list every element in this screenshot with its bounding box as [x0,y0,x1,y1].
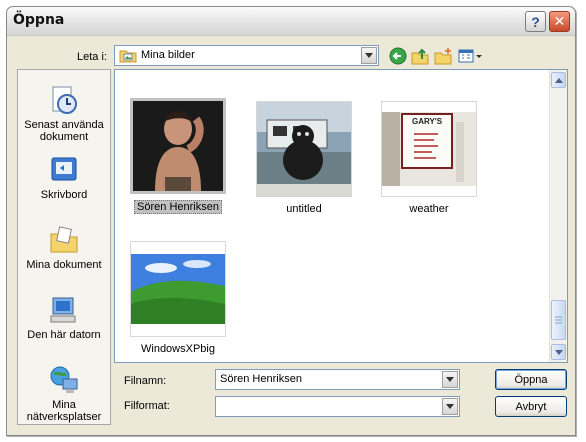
back-icon[interactable] [389,47,407,65]
file-thumbnail [130,98,226,194]
places-bar: Senast använda dokument Skrivbord Mina d… [17,69,111,425]
scroll-up-button[interactable] [551,72,566,88]
file-item-weather[interactable]: GARY'S weather [374,101,484,215]
chevron-down-icon [554,349,563,355]
place-label: Senast använda dokument [24,119,104,143]
file-item-soren-henriksen[interactable]: Sören Henriksen [123,98,233,214]
help-button[interactable]: ? [525,11,546,32]
sign-title: GARY'S [412,117,443,126]
close-icon: ✕ [553,13,566,29]
place-label: Mina dokument [26,259,102,271]
desktop-icon [51,157,77,181]
file-item-untitled[interactable]: untitled [249,101,359,215]
file-name: weather [409,203,449,215]
chevron-down-icon [365,53,373,58]
close-button[interactable]: ✕ [549,11,570,32]
scroll-thumb[interactable] [551,300,566,340]
filetype-label: Filformat: [124,400,170,412]
recent-documents-icon [52,86,77,114]
file-list-view[interactable]: Sören Henriksen untitled GARY'S weather … [114,69,568,363]
views-menu-icon[interactable] [458,47,484,65]
new-folder-icon[interactable] [434,47,452,65]
filename-value: Sören Henriksen [220,373,302,385]
vertical-scrollbar[interactable] [549,70,567,362]
filetype-select[interactable] [215,396,460,417]
filetype-dropdown-button[interactable] [442,398,458,415]
file-name: Sören Henriksen [134,200,222,214]
file-thumbnail [130,241,226,337]
filename-field[interactable]: Sören Henriksen [215,369,460,390]
place-label: Skrivbord [40,189,88,201]
help-icon: ? [531,13,540,30]
place-network-places[interactable]: Mina nätverksplatser [18,364,110,423]
look-in-value: Mina bilder [141,49,195,61]
file-thumbnail: GARY'S [381,101,477,197]
dialog-title: Öppna [13,12,65,28]
open-button-label: Öppna [514,373,548,386]
look-in-label: Leta i: [77,51,107,63]
filename-label: Filnamn: [124,375,167,387]
place-my-documents[interactable]: Mina dokument [18,224,110,271]
filename-dropdown-button[interactable] [442,371,458,388]
place-label: Den här datorn [27,329,101,341]
file-name: WindowsXPbig [141,343,215,355]
title-bar[interactable]: Öppna ? ✕ [7,7,575,36]
open-button[interactable]: Öppna [495,369,567,390]
chevron-down-icon [446,377,454,382]
chevron-down-icon [446,404,454,409]
file-name: untitled [286,203,322,215]
my-documents-icon [50,226,78,253]
look-in-dropdown[interactable]: Mina bilder [114,45,379,66]
up-folder-icon[interactable] [411,47,429,65]
cancel-button[interactable]: Avbryt [495,396,567,417]
place-label: Mina nätverksplatser [26,399,102,423]
cancel-button-label: Avbryt [515,400,547,413]
look-in-dropdown-button[interactable] [361,47,377,64]
chevron-up-icon [554,77,563,83]
my-pictures-folder-icon [119,48,137,66]
place-my-computer[interactable]: Den här datorn [18,294,110,341]
file-thumbnail [256,101,352,197]
network-places-icon [50,366,78,393]
file-item-windowsxpbig[interactable]: WindowsXPbig [123,241,233,355]
scroll-down-button[interactable] [551,344,566,360]
place-recent-documents[interactable]: Senast använda dokument [18,84,110,143]
place-desktop[interactable]: Skrivbord [18,154,110,201]
my-computer-icon [50,297,76,323]
open-dialog: Öppna ? ✕ Leta i: Mina bilder Senast anv… [6,6,576,436]
